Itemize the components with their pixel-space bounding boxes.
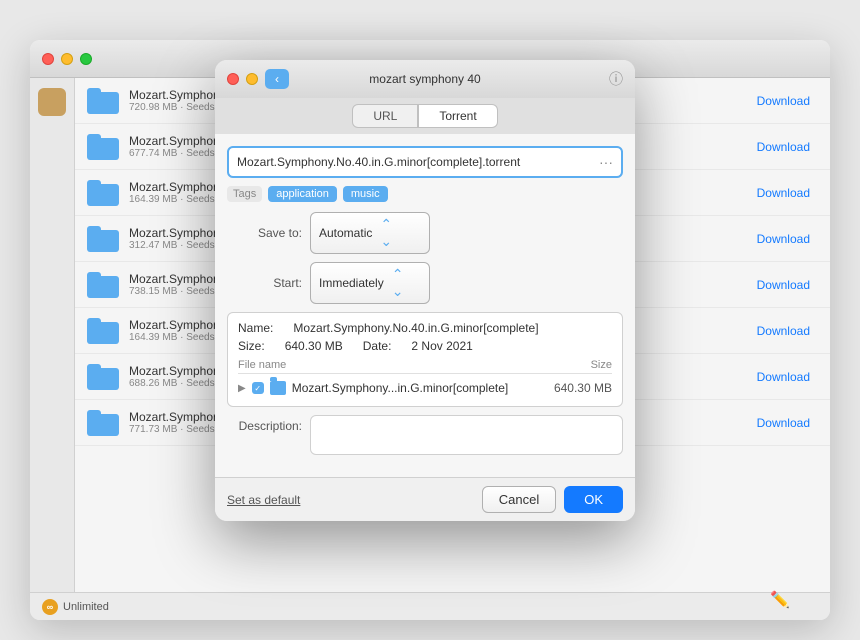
tab-url[interactable]: URL <box>352 104 418 128</box>
save-to-select[interactable]: Automatic ⌃⌄ <box>310 212 430 254</box>
download-button-3[interactable]: Download <box>749 228 818 250</box>
file-table-row: ▶ ✓ Mozart.Symphony...in.G.minor[complet… <box>238 378 612 398</box>
bg-minimize-button[interactable] <box>61 53 73 65</box>
pen-icon: ✏️ <box>770 590 790 610</box>
torrent-menu-icon[interactable]: ··· <box>599 154 613 170</box>
name-value: Mozart.Symphony.No.40.in.G.minor[complet… <box>293 321 538 335</box>
info-icon[interactable]: ⓘ <box>609 69 623 89</box>
name-row: Name: Mozart.Symphony.No.40.in.G.minor[c… <box>238 321 612 335</box>
download-button-6[interactable]: Download <box>749 366 818 388</box>
folder-icon <box>87 272 119 298</box>
file-folder-icon <box>270 381 286 395</box>
file-table: File name Size ▶ ✓ Mozart.Symphony...in.… <box>238 357 612 398</box>
status-bar: ∞ Unlimited <box>30 592 830 620</box>
folder-icon <box>87 180 119 206</box>
dialog-minimize-button[interactable] <box>246 73 258 85</box>
date-value: 2 Nov 2021 <box>411 339 472 353</box>
status-label: Unlimited <box>63 601 109 613</box>
col-size: Size <box>591 359 612 371</box>
torrent-input-row: ··· <box>227 146 623 178</box>
download-button-0[interactable]: Download <box>749 90 818 112</box>
download-button-1[interactable]: Download <box>749 136 818 158</box>
unlimited-icon: ∞ <box>42 599 58 615</box>
file-table-header: File name Size <box>238 357 612 374</box>
dialog-body: ··· Tags application music Save to: Auto… <box>215 134 635 477</box>
bg-close-button[interactable] <box>42 53 54 65</box>
tags-label: Tags <box>227 186 262 202</box>
tag-music[interactable]: music <box>343 186 388 202</box>
download-button-4[interactable]: Download <box>749 274 818 296</box>
cancel-button[interactable]: Cancel <box>482 486 556 513</box>
start-row: Start: Immediately ⌃⌄ <box>227 262 623 304</box>
set-default-button[interactable]: Set as default <box>227 493 300 507</box>
dialog-footer: Set as default Cancel OK <box>215 477 635 521</box>
expand-arrow-icon[interactable]: ▶ <box>238 383 246 394</box>
folder-icon <box>87 364 119 390</box>
start-arrow-icon: ⌃⌄ <box>392 266 404 300</box>
torrent-dialog: ‹ mozart symphony 40 ⓘ URL Torrent ··· T… <box>215 60 635 521</box>
ok-button[interactable]: OK <box>564 486 623 513</box>
size-label: Size: <box>238 339 265 353</box>
torrent-info: Name: Mozart.Symphony.No.40.in.G.minor[c… <box>227 312 623 407</box>
dialog-nav: ‹ <box>265 69 289 89</box>
start-label: Start: <box>227 276 302 290</box>
download-button-5[interactable]: Download <box>749 320 818 342</box>
file-name: Mozart.Symphony...in.G.minor[complete] <box>292 381 548 395</box>
tab-torrent[interactable]: Torrent <box>418 104 497 128</box>
dialog-close-button[interactable] <box>227 73 239 85</box>
save-to-label: Save to: <box>227 226 302 240</box>
download-button-7[interactable]: Download <box>749 412 818 434</box>
description-label: Description: <box>227 415 302 433</box>
col-filename: File name <box>238 359 286 371</box>
bg-maximize-button[interactable] <box>80 53 92 65</box>
download-button-2[interactable]: Download <box>749 182 818 204</box>
dialog-titlebar: ‹ mozart symphony 40 ⓘ <box>215 60 635 98</box>
size-value: 640.30 MB <box>285 339 343 353</box>
sidebar-torrent-icon <box>38 88 66 116</box>
start-value: Immediately <box>319 276 384 290</box>
folder-icon <box>87 318 119 344</box>
description-textarea[interactable] <box>310 415 623 455</box>
desc-row: Description: <box>227 415 623 455</box>
save-to-value: Automatic <box>319 226 372 240</box>
dialog-title: mozart symphony 40 <box>369 72 480 86</box>
description-section: Description: <box>227 415 623 455</box>
tag-application[interactable]: application <box>268 186 337 202</box>
file-size: 640.30 MB <box>554 381 612 395</box>
save-to-arrow-icon: ⌃⌄ <box>380 216 392 250</box>
file-checkbox[interactable]: ✓ <box>252 382 264 394</box>
save-to-row: Save to: Automatic ⌃⌄ <box>227 212 623 254</box>
folder-icon <box>87 88 119 114</box>
dialog-tabs: URL Torrent <box>215 98 635 134</box>
tags-row: Tags application music <box>227 186 623 202</box>
folder-icon <box>87 226 119 252</box>
folder-icon <box>87 134 119 160</box>
size-date-row: Size: 640.30 MB Date: 2 Nov 2021 <box>238 339 612 353</box>
torrent-input-field[interactable] <box>237 155 599 169</box>
footer-buttons: Cancel OK <box>482 486 623 513</box>
date-label: Date: <box>363 339 392 353</box>
start-select[interactable]: Immediately ⌃⌄ <box>310 262 430 304</box>
folder-icon <box>87 410 119 436</box>
name-label: Name: <box>238 321 273 335</box>
back-button[interactable]: ‹ <box>265 69 289 89</box>
sidebar <box>30 78 75 620</box>
